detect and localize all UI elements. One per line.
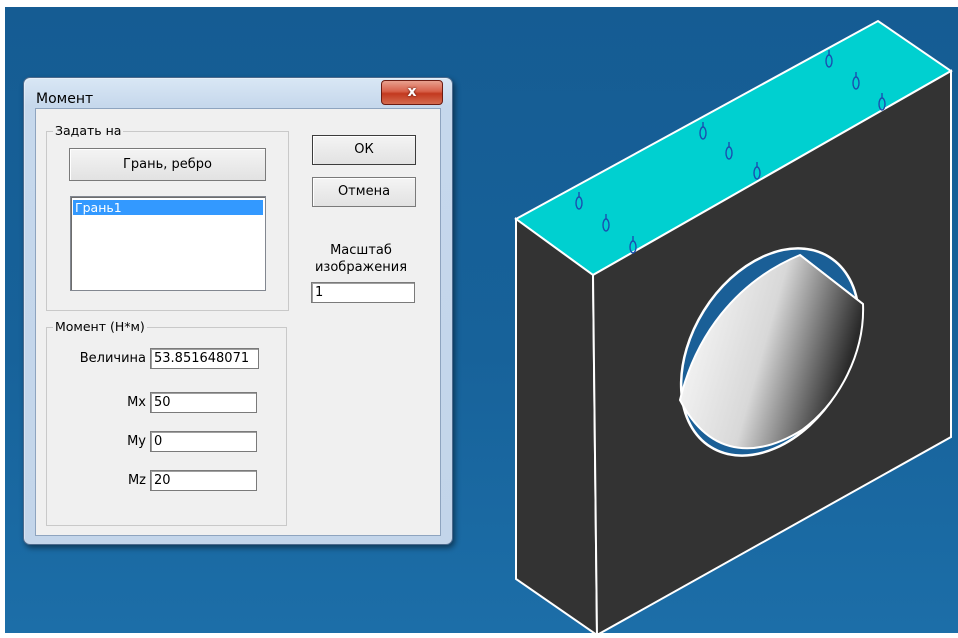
cancel-button[interactable]: Отмена (312, 177, 416, 207)
mx-field[interactable] (150, 392, 257, 413)
selected-entities-list[interactable]: Грань1 (70, 196, 266, 291)
mx-label: Mx (127, 395, 146, 410)
list-item[interactable]: Грань1 (73, 200, 263, 215)
side-face[interactable] (515, 217, 598, 633)
scale-label-line1: Масштаб (330, 243, 392, 258)
dialog-title: Момент (36, 91, 94, 107)
close-button[interactable]: x (381, 80, 443, 105)
moment-group-label: Момент (Н*м) (53, 319, 147, 335)
apply-to-group: Задать на Грань, ребро Грань1 (46, 123, 289, 311)
scale-input[interactable] (311, 282, 415, 303)
scale-label-line2: изображения (314, 260, 408, 275)
mz-label: Mz (127, 473, 146, 488)
moment-dialog[interactable]: Момент x Задать на Грань, ребро Грань1 О… (23, 77, 453, 545)
face-edge-button[interactable]: Грань, ребро (69, 148, 266, 181)
apply-to-group-label: Задать на (53, 123, 124, 139)
dialog-client-area: Задать на Грань, ребро Грань1 ОК Отмена … (35, 108, 441, 536)
magnitude-label: Величина (79, 351, 146, 366)
close-icon: x (407, 84, 417, 100)
my-field[interactable] (150, 431, 257, 452)
ok-button[interactable]: ОК (312, 135, 416, 165)
mz-field[interactable] (150, 470, 257, 491)
my-label: My (127, 434, 146, 449)
magnitude-field[interactable] (150, 348, 259, 369)
moment-group: Момент (Н*м) Величина Mx My Mz (46, 319, 287, 526)
